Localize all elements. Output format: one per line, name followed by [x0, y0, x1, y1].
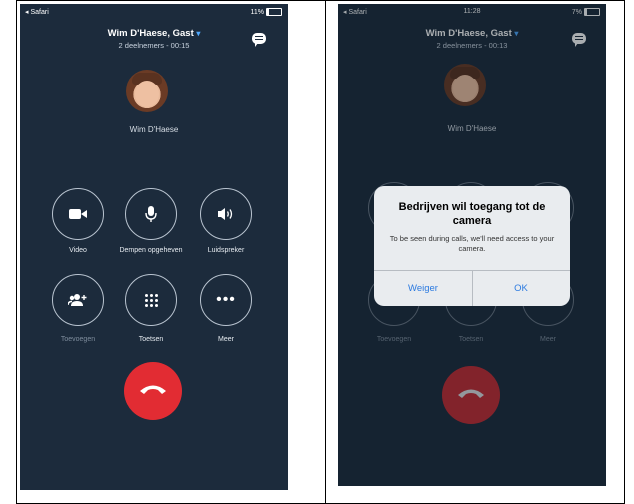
battery-percent: 11%	[250, 8, 265, 16]
caller-name: Wim D'Haese	[129, 125, 179, 134]
speaker-label: Luidspreker	[207, 247, 245, 254]
more-icon: •••	[216, 291, 236, 308]
unmute-button[interactable]	[125, 188, 177, 240]
left-phone-screen: ◂ Safari 11% Wim D'Haese, Gast ▾ 2 deeln…	[20, 4, 288, 490]
ok-button[interactable]: OK	[472, 270, 570, 306]
call-title-text: Wim D'Haese, Gast	[107, 28, 194, 39]
hang-up-phone-icon	[140, 385, 166, 394]
avatar	[126, 70, 168, 112]
chat-icon[interactable]	[252, 33, 266, 47]
battery-indicator: 11%	[250, 8, 282, 16]
call-subtitle: 2 deelnemers - 00:15	[118, 41, 190, 50]
unmute-label: Dempen opgeheven	[119, 247, 183, 254]
video-label: Video	[69, 247, 87, 254]
more-label: Meer	[218, 336, 234, 343]
dialog-message: To be seen during calls, we'll need acce…	[389, 234, 555, 253]
camera-permission-dialog: Bedrijven wil toegang tot de camera To b…	[374, 186, 570, 306]
status-bar: ◂ Safari 11%	[20, 4, 288, 20]
speaker-button[interactable]	[200, 188, 252, 240]
dialpad-label: Toetsen	[138, 336, 164, 343]
add-participant-label: Toevoegen	[60, 336, 96, 343]
video-camera-icon	[69, 208, 87, 220]
speaker-icon	[218, 208, 233, 220]
more-button[interactable]: •••	[200, 274, 252, 326]
add-person-icon	[68, 294, 87, 306]
chevron-down-icon: ▾	[196, 29, 201, 38]
carrier-label: ◂ Safari	[25, 9, 49, 16]
call-title[interactable]: Wim D'Haese, Gast ▾	[20, 28, 288, 39]
video-button[interactable]	[52, 188, 104, 240]
hang-up-button[interactable]	[124, 362, 182, 420]
right-phone-screen: ◂ Safari 11:28 7% Wim D'Haese, Gast ▾ 2 …	[338, 4, 606, 486]
add-participant-button[interactable]	[52, 274, 104, 326]
battery-icon	[266, 8, 282, 16]
dialog-title: Bedrijven wil toegang tot de camera	[398, 201, 546, 227]
microphone-icon	[145, 206, 157, 222]
dialpad-button[interactable]	[125, 274, 177, 326]
deny-button[interactable]: Weiger	[374, 270, 472, 306]
dialpad-icon	[144, 293, 158, 307]
